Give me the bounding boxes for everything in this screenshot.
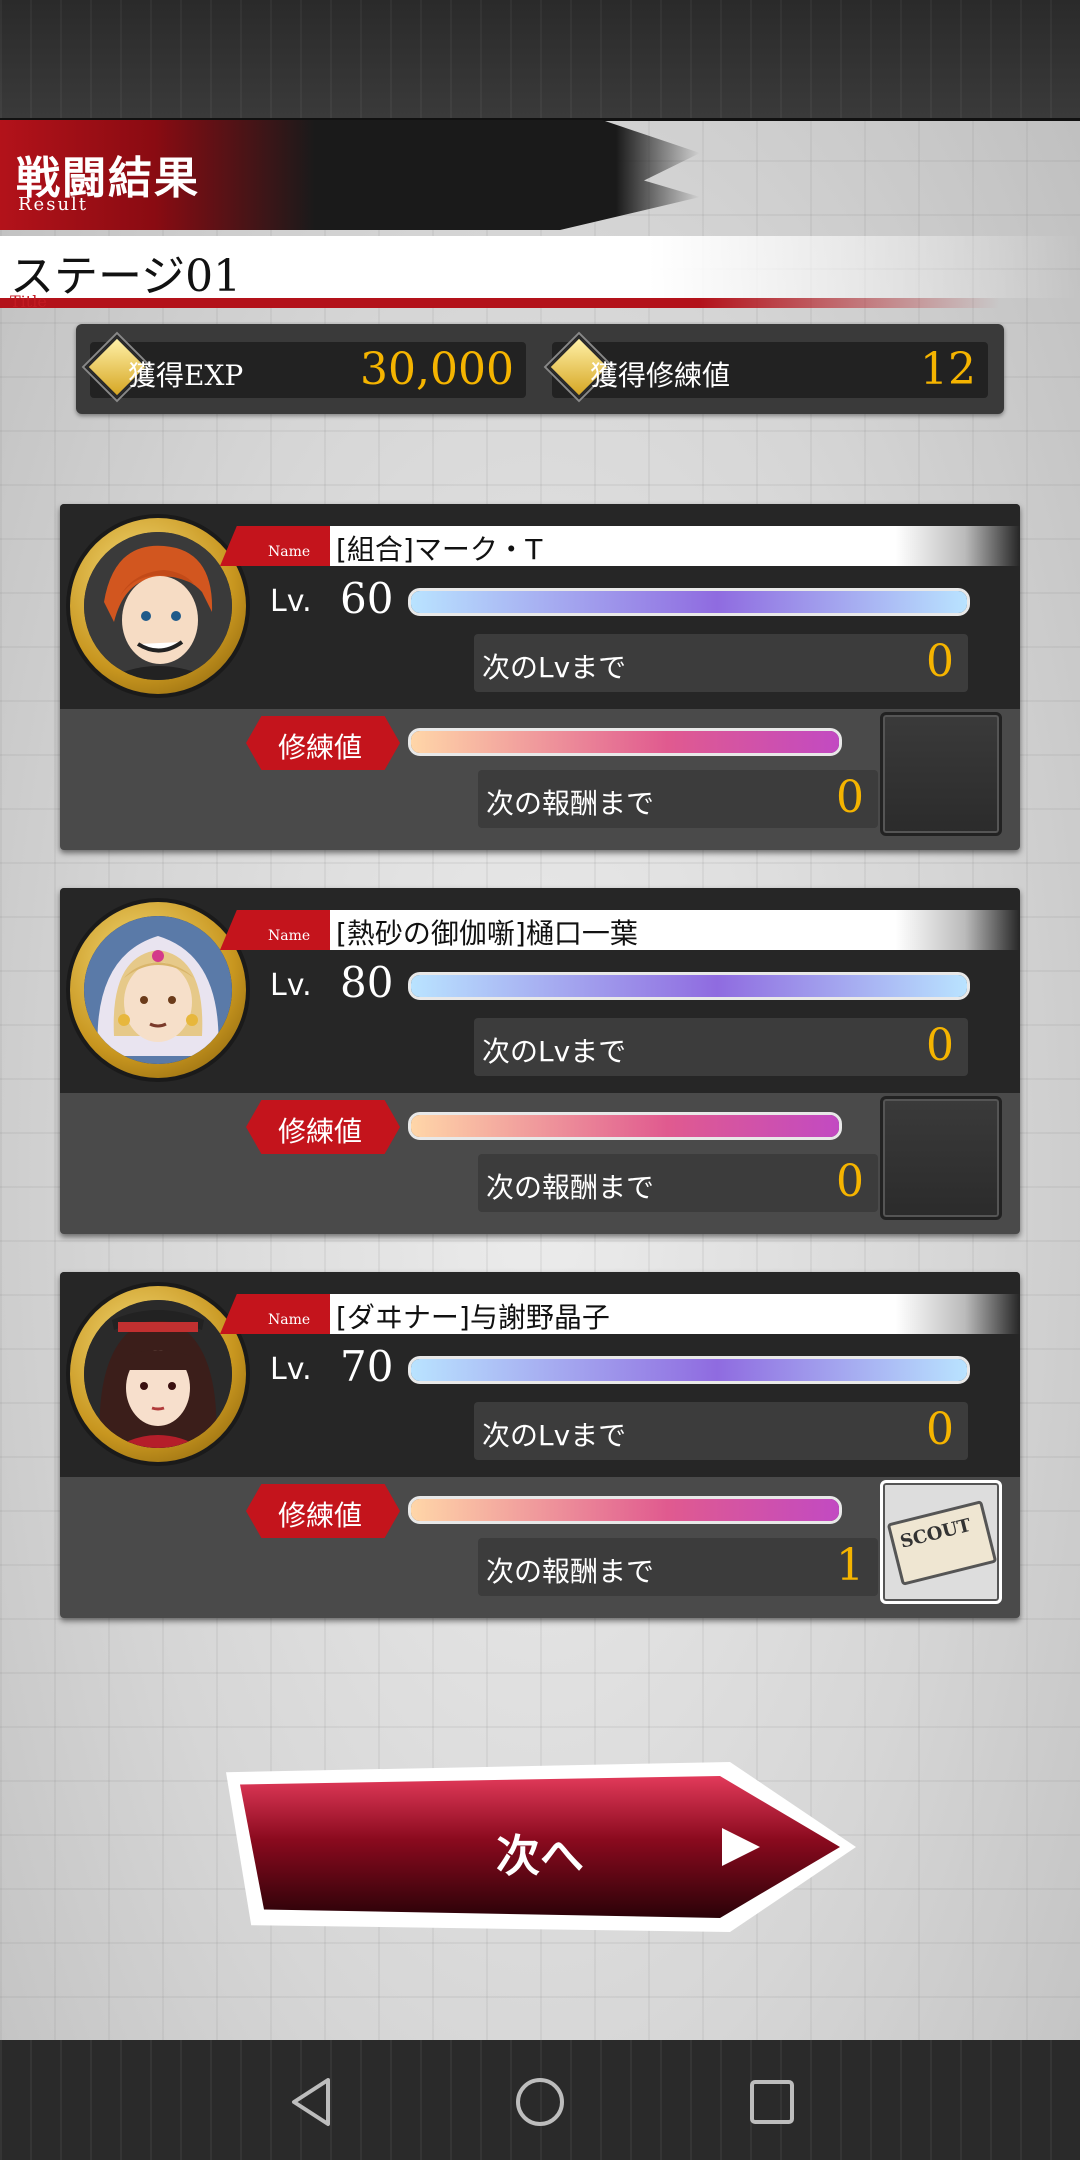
level-value: 80	[340, 958, 394, 1007]
next-level-label: 次のLvまで	[482, 1035, 627, 1068]
level-label: Lv.	[270, 1352, 312, 1387]
training-progress-fill	[411, 731, 839, 753]
training-value: 12	[920, 344, 976, 395]
level-value: 60	[340, 574, 394, 623]
next-level-label: 次のLvまで	[482, 651, 627, 684]
name-tag: Name	[220, 1294, 340, 1334]
home-icon[interactable]	[512, 2074, 568, 2130]
character-avatar[interactable]	[70, 1286, 246, 1462]
training-progress-bar	[408, 1496, 842, 1524]
training-tag-label: 修練値	[278, 731, 363, 764]
character-card: Name [組合]マーク・T Lv. 60 次のLvまで 0 修練値 次の報酬ま…	[60, 504, 1020, 850]
training-progress-bar	[408, 1112, 842, 1140]
name-bar: [組合]マーク・T	[330, 526, 1020, 566]
name-bar: [熱砂の御伽噺]樋口一葉	[330, 910, 1020, 950]
name-tag: Name	[220, 526, 340, 566]
character-name: [熱砂の御伽噺]樋口一葉	[336, 917, 638, 950]
portrait-image	[84, 1300, 232, 1448]
training-tag: 修練値	[246, 716, 400, 770]
next-reward-value: 1	[836, 1540, 864, 1591]
next-reward-label: 次の報酬まで	[486, 1555, 655, 1588]
next-level-label: 次のLvまで	[482, 1419, 627, 1452]
portrait-image	[84, 916, 232, 1064]
training-reward-box: 獲得修練値 12	[546, 334, 988, 400]
name-tag-label: Name	[268, 544, 311, 560]
level-progress-fill	[411, 975, 967, 997]
training-tag: 修練値	[246, 1100, 400, 1154]
reward-slot-empty[interactable]	[880, 1096, 1002, 1220]
next-reward-box: 次の報酬まで 1	[478, 1538, 878, 1596]
next-level-value: 0	[926, 636, 954, 687]
name-tag: Name	[220, 910, 340, 950]
back-icon[interactable]	[284, 2074, 340, 2130]
scout-ticket-icon: SCOUT	[886, 1500, 998, 1586]
next-reward-value: 0	[836, 1156, 864, 1207]
training-progress-bar	[408, 728, 842, 756]
recent-apps-icon[interactable]	[744, 2074, 800, 2130]
next-reward-label: 次の報酬まで	[486, 787, 655, 820]
level-progress-bar	[408, 588, 970, 616]
next-reward-label: 次の報酬まで	[486, 1171, 655, 1204]
level-value: 70	[340, 1342, 394, 1391]
training-progress-fill	[411, 1499, 839, 1521]
reward-slot-empty[interactable]	[880, 712, 1002, 836]
next-button-label[interactable]: 次へ	[496, 1820, 584, 1884]
page-subtitle: Result	[18, 194, 89, 215]
next-level-value: 0	[926, 1020, 954, 1071]
level-label: Lv.	[270, 584, 312, 619]
exp-label: 獲得EXP	[128, 359, 244, 392]
next-reward-value: 0	[836, 772, 864, 823]
character-name: [ダヰナー]与謝野晶子	[336, 1301, 610, 1334]
name-tag-label: Name	[268, 928, 311, 944]
exp-reward-box: 獲得EXP 30,000	[84, 334, 526, 400]
next-level-box: 次のLvまで 0	[474, 1018, 968, 1076]
character-card: Name [ダヰナー]与謝野晶子 Lv. 70 次のLvまで 0 修練値 次の報…	[60, 1272, 1020, 1618]
reward-slot-scout-ticket[interactable]: SCOUT	[880, 1480, 1002, 1604]
training-tag: 修練値	[246, 1484, 400, 1538]
level-progress-fill	[411, 591, 967, 613]
training-tag-label: 修練値	[278, 1115, 363, 1148]
portrait-image	[84, 532, 232, 680]
next-level-value: 0	[926, 1404, 954, 1455]
stage-subtitle: Title	[10, 292, 47, 311]
next-reward-box: 次の報酬まで 0	[478, 770, 878, 828]
training-progress-fill	[411, 1115, 839, 1137]
character-avatar[interactable]	[70, 518, 246, 694]
training-tag-label: 修練値	[278, 1499, 363, 1532]
training-label: 獲得修練値	[590, 359, 731, 392]
character-card: Name [熱砂の御伽噺]樋口一葉 Lv. 80 次のLvまで 0 修練値 次の…	[60, 888, 1020, 1234]
level-label: Lv.	[270, 968, 312, 1003]
name-tag-label: Name	[268, 1312, 311, 1328]
top-status-area	[0, 0, 1080, 121]
reward-summary-panel: 獲得EXP 30,000 獲得修練値 12	[76, 324, 1004, 414]
next-level-box: 次のLvまで 0	[474, 634, 968, 692]
exp-value: 30,000	[360, 344, 514, 395]
level-progress-bar	[408, 972, 970, 1000]
level-progress-bar	[408, 1356, 970, 1384]
next-reward-box: 次の報酬まで 0	[478, 1154, 878, 1212]
character-avatar[interactable]	[70, 902, 246, 1078]
next-level-box: 次のLvまで 0	[474, 1402, 968, 1460]
name-bar: [ダヰナー]与謝野晶子	[330, 1294, 1020, 1334]
level-progress-fill	[411, 1359, 967, 1381]
character-name: [組合]マーク・T	[336, 533, 543, 566]
